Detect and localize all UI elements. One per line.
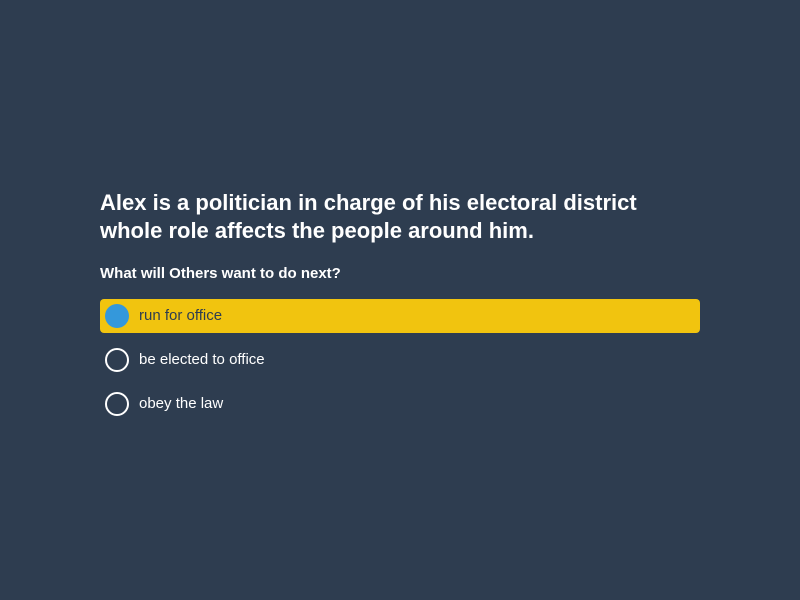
option-label: run for office: [139, 307, 223, 324]
prompt-text: What will Others want to do next?: [100, 265, 341, 282]
answer-options: run for office be elected to office obey…: [100, 299, 700, 421]
radio-unselected-icon[interactable]: [105, 348, 129, 372]
option-be-elected-to-office[interactable]: be elected to office: [100, 343, 700, 377]
question-line-1: Alex is a politician in charge of his el…: [100, 190, 637, 215]
radio-unselected-icon[interactable]: [105, 392, 129, 416]
radio-selected-icon[interactable]: [105, 304, 129, 328]
question-line-2: whole role affects the people around him…: [100, 218, 534, 243]
option-label: be elected to office: [139, 351, 265, 368]
option-label: obey the law: [139, 395, 224, 412]
option-obey-the-law[interactable]: obey the law: [100, 387, 700, 421]
quiz-container: Alex is a politician in charge of his el…: [100, 189, 700, 431]
question-text: Alex is a politician in charge of his el…: [100, 189, 700, 245]
option-run-for-office[interactable]: run for office: [100, 299, 700, 333]
